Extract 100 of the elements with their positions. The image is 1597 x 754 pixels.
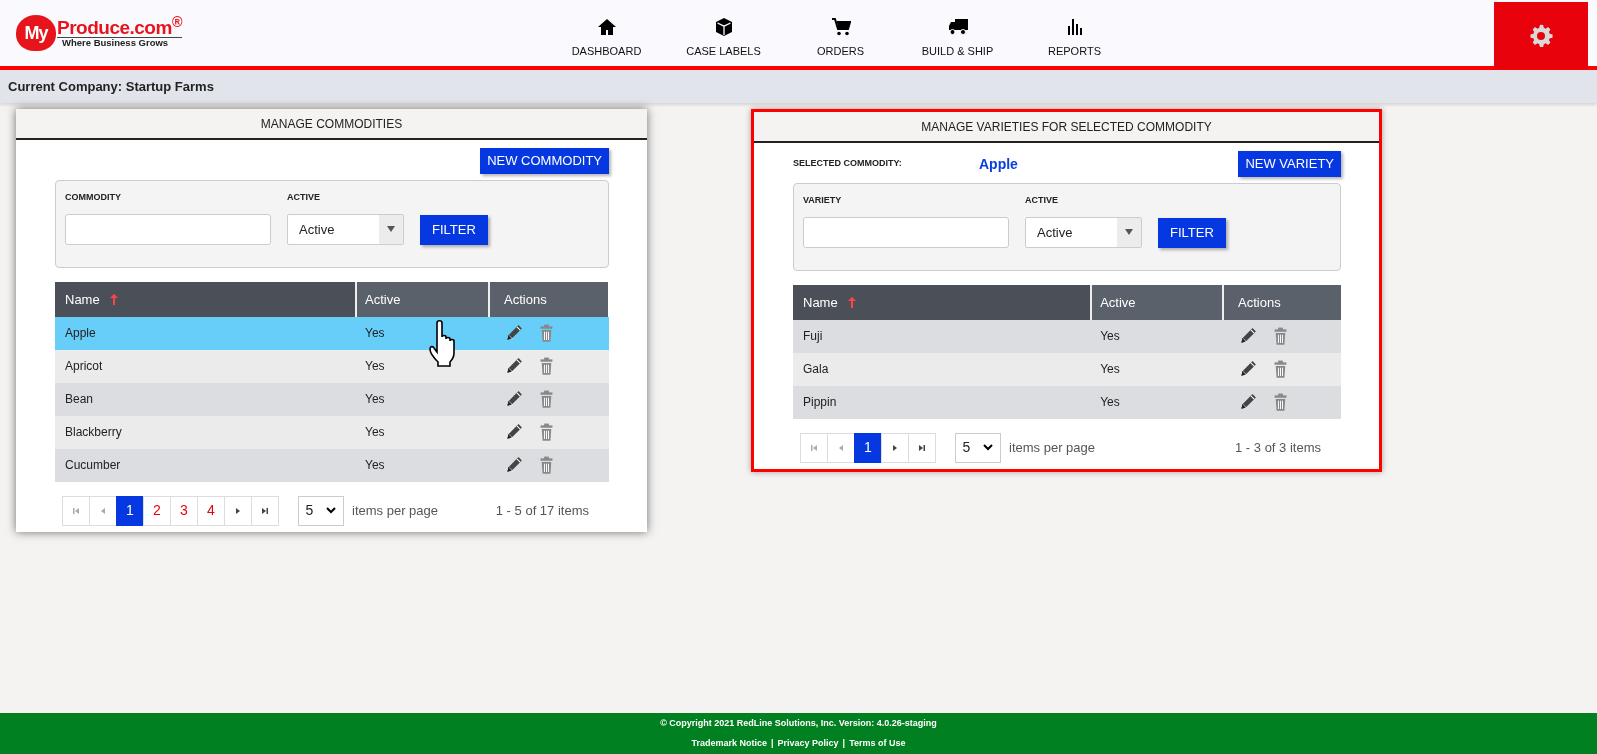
caret-icon: [387, 226, 395, 233]
column-header[interactable]: Active: [357, 281, 490, 317]
table-row[interactable]: Fuji Yes: [793, 319, 1341, 353]
column-header[interactable]: Active: [1092, 284, 1224, 320]
table-cell-text: Yes: [364, 391, 386, 409]
edit-icon[interactable]: [504, 356, 523, 376]
logo-wordmark: Produce.com$^{®}$: [57, 17, 182, 38]
current-company-label: Current Company: Startup Farms: [8, 77, 214, 96]
page-size-label: items per page: [352, 502, 438, 521]
last-page-icon: [260, 505, 270, 516]
table-cell-text: Yes: [1099, 361, 1121, 379]
filter-button[interactable]: FILTER: [1158, 217, 1226, 248]
home-icon: [596, 16, 617, 37]
sort-arrow-icon: [847, 296, 856, 308]
nav-link[interactable]: CASE LABELS: [665, 0, 782, 66]
edit-icon[interactable]: [1238, 359, 1257, 379]
active-dropdown[interactable]: Active: [1025, 216, 1142, 248]
table-cell-text: Bean: [64, 391, 95, 409]
selected-commodity-value: Apple: [979, 154, 1018, 174]
sort-arrow-icon: [109, 293, 118, 305]
table-cell-text: Yes: [1099, 394, 1121, 412]
table-cell-text: Yes: [364, 325, 386, 343]
nav-link[interactable]: REPORTS: [1016, 0, 1133, 66]
footer-link[interactable]: Trademark Notice: [691, 738, 768, 748]
edit-icon[interactable]: [504, 323, 523, 343]
field-label: ACTIVE: [1025, 194, 1059, 208]
field-label: COMMODITY: [65, 191, 122, 205]
page-button[interactable]: 1: [116, 495, 144, 526]
table-row[interactable]: Apple Yes: [55, 316, 609, 350]
page-button[interactable]: 2: [143, 495, 171, 526]
column-header[interactable]: Actions: [490, 281, 608, 317]
caret-icon: [1125, 229, 1133, 236]
edit-icon[interactable]: [504, 422, 523, 442]
name-input[interactable]: [65, 213, 271, 245]
previous-page-button[interactable]: [89, 495, 117, 526]
page-size-label: items per page: [1009, 439, 1095, 458]
table-cell-text: Yes: [364, 457, 386, 475]
edit-icon[interactable]: [504, 389, 523, 409]
edit-icon[interactable]: [1238, 392, 1257, 412]
name-input[interactable]: [803, 216, 1009, 248]
link-separator: |: [842, 738, 846, 748]
table-cell-text: Gala: [802, 361, 830, 379]
selected-commodity-label: SELECTED COMMODITY:: [793, 157, 903, 171]
first-page-icon: [71, 505, 81, 516]
table-row[interactable]: Bean Yes: [55, 382, 609, 416]
table-cell-text: Pippin: [802, 394, 838, 412]
table-cell-text: Yes: [364, 358, 386, 376]
table-row[interactable]: Cucumber Yes: [55, 448, 609, 482]
previous-page-button[interactable]: [827, 432, 855, 463]
footer-link[interactable]: Privacy Policy: [777, 738, 839, 748]
panel-title: MANAGE VARIETIES FOR SELECTED COMMODITY: [754, 112, 1379, 143]
page-size-dropdown[interactable]: 5: [955, 432, 1001, 463]
edit-icon[interactable]: [1238, 326, 1257, 346]
settings-button[interactable]: [1494, 2, 1588, 69]
pager-summary: 1 - 5 of 17 items: [495, 502, 589, 521]
filter-button[interactable]: FILTER: [420, 214, 488, 245]
page-button[interactable]: 1: [854, 432, 882, 463]
table-cell-text: Fuji: [802, 328, 824, 346]
table-cell-text: Yes: [364, 424, 386, 442]
footer-link[interactable]: Terms of Use: [849, 738, 906, 748]
last-page-button[interactable]: [251, 495, 279, 526]
first-page-icon: [809, 442, 819, 453]
nav-link[interactable]: BUILD & SHIP: [899, 0, 1016, 66]
table-cell-text: Cucumber: [64, 457, 122, 475]
edit-icon[interactable]: [504, 455, 523, 475]
nav-link[interactable]: ORDERS: [782, 0, 899, 66]
cube-icon: [713, 16, 734, 37]
active-dropdown[interactable]: Active: [287, 213, 404, 245]
page-button[interactable]: 3: [170, 495, 198, 526]
page-size-dropdown[interactable]: 5: [298, 495, 344, 526]
panel-title: MANAGE COMMODITIES: [16, 109, 647, 140]
chevron-icon: [326, 507, 337, 515]
table-row[interactable]: Pippin Yes: [793, 385, 1341, 419]
logo-tagline: Where Business Grows: [62, 37, 170, 49]
nav-link[interactable]: DASHBOARD: [548, 0, 665, 66]
table-row[interactable]: Gala Yes: [793, 352, 1341, 386]
table-cell-text: Yes: [1099, 328, 1121, 346]
field-label: VARIETY: [803, 194, 843, 208]
cart-icon: [830, 16, 851, 37]
page-button[interactable]: 4: [197, 495, 225, 526]
table-row[interactable]: Apricot Yes: [55, 349, 609, 383]
new-button[interactable]: NEW COMMODITY: [480, 148, 609, 175]
table-row[interactable]: Blackberry Yes: [55, 415, 609, 449]
column-header[interactable]: Actions: [1224, 284, 1341, 320]
pager-summary: 1 - 3 of 3 items: [1235, 439, 1321, 458]
truck-icon: [947, 16, 968, 37]
logo-mark: My: [16, 15, 56, 51]
column-header[interactable]: Name: [793, 284, 1093, 320]
table-cell-text: Blackberry: [64, 424, 123, 442]
column-header[interactable]: Name: [55, 281, 357, 317]
copyright-text: © Copyright 2021 RedLine Solutions, Inc. Version: 4.0.26-staging: [659, 716, 938, 730]
link-separator: |: [771, 738, 774, 748]
field-label: ACTIVE: [287, 191, 321, 205]
table-cell-text: Apricot: [64, 358, 104, 376]
last-page-button[interactable]: [908, 432, 936, 463]
table-cell-text: Apple: [64, 325, 97, 343]
last-page-icon: [917, 442, 927, 453]
chevron-icon: [983, 444, 994, 452]
settings-icon: [1528, 22, 1554, 49]
new-button[interactable]: NEW VARIETY: [1238, 151, 1341, 178]
